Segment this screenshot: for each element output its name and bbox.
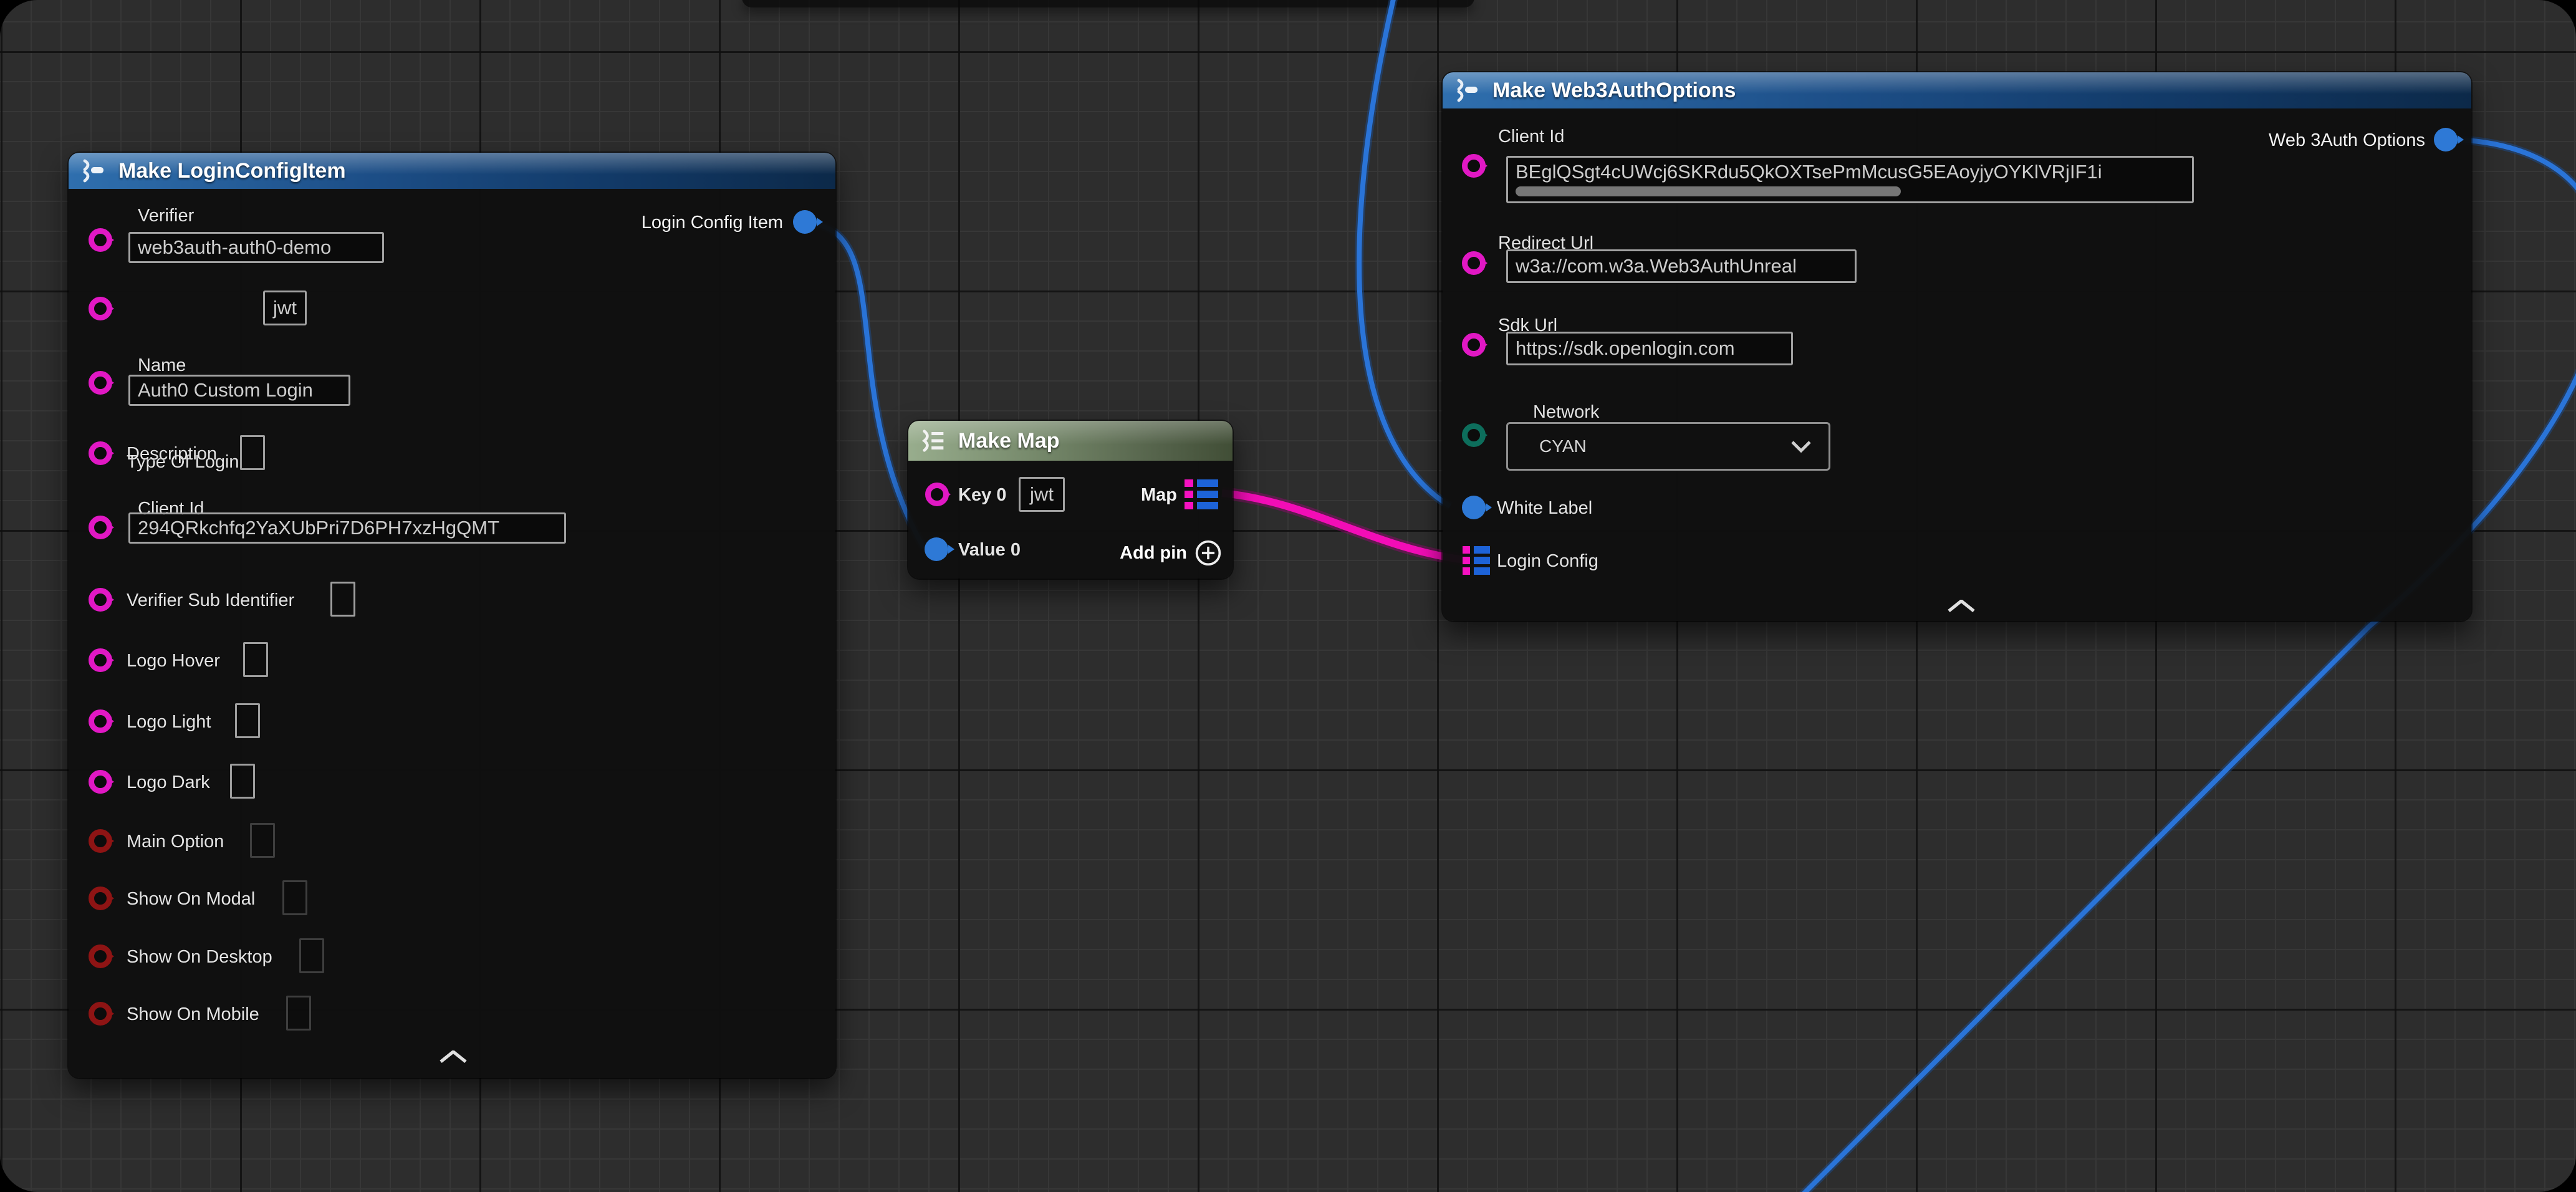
pin-label-logo-light: Logo Light — [127, 712, 211, 733]
pin-label-key-0: Key 0 — [958, 485, 1006, 506]
pin-name[interactable] — [89, 371, 112, 395]
pin-logo-hover[interactable] — [89, 648, 112, 672]
make-struct-icon — [1454, 78, 1483, 103]
pin-verifier[interactable] — [89, 228, 112, 252]
pin-value-0[interactable] — [925, 537, 948, 561]
pin-label-value-0: Value 0 — [958, 540, 1021, 560]
redirect-url-input[interactable] — [1516, 255, 1847, 277]
node-title: Make Map — [958, 429, 1060, 453]
pin-redirect-url[interactable] — [1462, 251, 1486, 275]
pin-logo-light[interactable] — [89, 709, 112, 733]
pin-white-label[interactable] — [1462, 496, 1486, 519]
network-dropdown[interactable]: CYAN — [1506, 422, 1830, 471]
name-input[interactable] — [138, 379, 341, 401]
output-pin-label: Web 3Auth Options — [2269, 130, 2425, 151]
verifier-sub-identifier-field[interactable] — [330, 582, 355, 617]
pin-web3auth-options-output[interactable] — [2434, 128, 2458, 151]
node-make-loginconfigitem[interactable]: Make LoginConfigItem Login Config Item V… — [69, 153, 835, 1078]
show-on-modal-checkbox[interactable] — [282, 880, 307, 915]
client-id-input[interactable] — [1516, 161, 2184, 183]
description-field[interactable] — [240, 435, 265, 470]
blueprint-graph-canvas[interactable]: Make LoginConfigItem Login Config Item V… — [0, 0, 2576, 1192]
node-header[interactable]: Make LoginConfigItem — [69, 153, 835, 189]
pin-type-of-login[interactable] — [89, 297, 112, 320]
pin-label-client-id: Client Id — [1498, 127, 1564, 147]
pin-show-on-mobile[interactable] — [89, 1002, 112, 1026]
blueprint-editor-window: Make LoginConfigItem Login Config Item V… — [0, 0, 2576, 1192]
pin-label-verifier: Verifier — [138, 206, 194, 226]
network-selected-value: CYAN — [1508, 436, 1790, 456]
pin-login-config-item-output[interactable] — [793, 210, 817, 234]
key-0-value: jwt — [1030, 483, 1054, 506]
type-of-login-field[interactable]: jwt — [263, 291, 307, 325]
pin-map-output[interactable] — [1185, 479, 1221, 509]
pin-label-logo-dark: Logo Dark — [127, 772, 210, 793]
client-id-field[interactable] — [1506, 156, 2194, 203]
pin-description[interactable] — [89, 441, 112, 465]
pin-verifier-sub-identifier[interactable] — [89, 588, 112, 612]
wire-map-to-loginconfig[interactable] — [1222, 493, 1464, 560]
logo-dark-field[interactable] — [230, 764, 255, 799]
pin-key-0[interactable] — [925, 483, 949, 506]
offscreen-node-edge — [742, 0, 1474, 7]
verifier-input[interactable] — [138, 236, 375, 259]
pin-label-show-on-mobile: Show On Mobile — [127, 1004, 259, 1025]
add-pin-icon[interactable] — [1194, 539, 1222, 567]
pin-show-on-modal[interactable] — [89, 887, 112, 910]
pin-label-show-on-desktop: Show On Desktop — [127, 947, 272, 968]
add-pin-label: Add pin — [1120, 543, 1187, 564]
client-id-scrollbar[interactable] — [1516, 186, 1901, 196]
pin-label-name: Name — [138, 355, 186, 376]
make-struct-icon — [80, 158, 108, 183]
wire-top-to-whitelabel-glow — [1359, 0, 1450, 506]
show-on-desktop-checkbox[interactable] — [299, 938, 324, 973]
key-0-field[interactable]: jwt — [1019, 477, 1065, 512]
collapse-chevron-icon[interactable] — [438, 1050, 468, 1063]
pin-client-id[interactable] — [1462, 154, 1486, 178]
node-header[interactable]: Make Map — [908, 421, 1233, 461]
node-make-web3authoptions[interactable]: Make Web3AuthOptions Web 3Auth Options C… — [1443, 72, 2471, 621]
pin-label-show-on-modal: Show On Modal — [127, 889, 255, 910]
node-header[interactable]: Make Web3AuthOptions — [1443, 72, 2471, 108]
verifier-field[interactable] — [128, 232, 384, 263]
node-title: Make Web3AuthOptions — [1492, 79, 1736, 103]
output-pin-label: Map — [1141, 485, 1177, 506]
output-pin-label: Login Config Item — [642, 213, 783, 233]
pin-label-login-config: Login Config — [1497, 551, 1598, 572]
wire-top-to-whitelabel[interactable] — [1359, 0, 1450, 506]
logo-light-field[interactable] — [235, 703, 260, 738]
pin-label-logo-hover: Logo Hover — [127, 651, 220, 671]
pin-label-main-option: Main Option — [127, 832, 224, 852]
redirect-url-field[interactable] — [1506, 249, 1857, 283]
wire-map-to-loginconfig-glow — [1222, 493, 1464, 560]
type-of-login-value: jwt — [273, 297, 297, 319]
sdk-url-input[interactable] — [1516, 337, 1784, 360]
show-on-mobile-checkbox[interactable] — [286, 996, 311, 1031]
name-field[interactable] — [128, 375, 350, 406]
client-id-field[interactable] — [128, 512, 566, 544]
pin-show-on-desktop[interactable] — [89, 944, 112, 968]
pin-main-option[interactable] — [89, 829, 112, 853]
pin-logo-dark[interactable] — [89, 770, 112, 794]
collapse-chevron-icon[interactable] — [1946, 600, 1976, 612]
pin-sdk-url[interactable] — [1462, 333, 1486, 357]
pin-label-description: Description — [127, 444, 217, 464]
node-title: Make LoginConfigItem — [118, 159, 346, 183]
pin-label-network: Network — [1533, 402, 1599, 423]
pin-label-verifier-sub-identifier: Verifier Sub Identifier — [127, 590, 294, 611]
make-map-icon — [920, 428, 948, 453]
logo-hover-field[interactable] — [243, 642, 268, 677]
pin-client-id[interactable] — [89, 516, 112, 539]
main-option-checkbox[interactable] — [250, 823, 275, 858]
client-id-input[interactable] — [138, 517, 557, 539]
pin-network[interactable] — [1462, 423, 1486, 447]
dropdown-chevron-icon — [1790, 440, 1812, 453]
node-make-map[interactable]: Make Map Key 0 jwt Map Value 0 Add pin — [908, 421, 1233, 579]
pin-label-white-label: White Label — [1497, 498, 1592, 519]
sdk-url-field[interactable] — [1506, 332, 1793, 365]
pin-login-config[interactable] — [1463, 546, 1490, 575]
